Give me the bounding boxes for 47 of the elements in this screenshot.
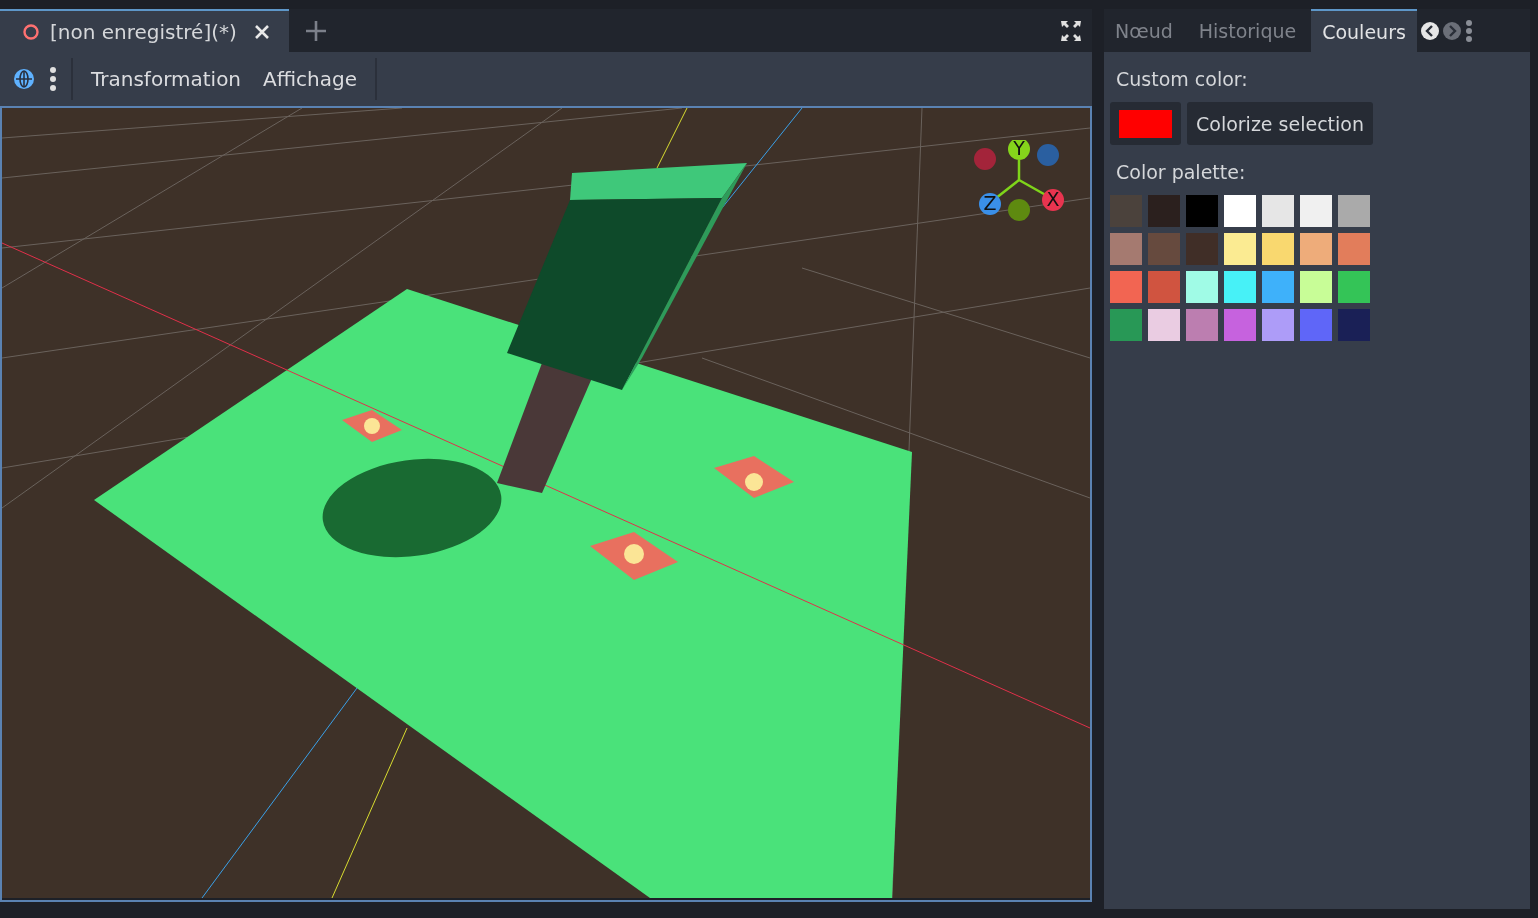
palette-swatch[interactable] [1262,309,1294,341]
dock-tab[interactable]: Couleurs [1311,9,1417,52]
color-picker-button[interactable] [1110,102,1181,145]
palette-swatch[interactable] [1300,271,1332,303]
scene-tab[interactable]: [non enregistré](*) [0,9,289,52]
palette-swatch[interactable] [1262,195,1294,227]
viewport-3d[interactable]: Y Z X [0,106,1092,902]
palette-swatch[interactable] [1262,233,1294,265]
dock-tab[interactable]: Historique [1187,9,1308,52]
fullscreen-icon[interactable] [1060,19,1082,42]
palette-swatch[interactable] [1338,309,1370,341]
menu-button[interactable]: Transformation [87,67,246,91]
unsaved-circle-icon [22,22,40,41]
palette-swatch[interactable] [1262,271,1294,303]
palette-swatch[interactable] [1224,309,1256,341]
palette-swatch[interactable] [1338,195,1370,227]
axis-gizmo[interactable]: Y Z X [971,140,1067,230]
palette-swatch[interactable] [1300,195,1332,227]
more-options-icon[interactable] [49,66,57,92]
palette-swatch[interactable] [1186,233,1218,265]
chevron-left-icon[interactable] [1420,21,1439,40]
palette-swatch[interactable] [1338,271,1370,303]
palette-swatch[interactable] [1300,309,1332,341]
close-icon[interactable] [252,22,271,41]
more-options-icon[interactable] [1464,18,1473,43]
palette-swatch[interactable] [1110,233,1142,265]
add-tab-icon[interactable] [304,19,327,42]
palette-swatch[interactable] [1148,233,1180,265]
palette-swatch[interactable] [1224,233,1256,265]
palette-swatch[interactable] [1148,309,1180,341]
palette-swatch[interactable] [1186,195,1218,227]
menu-button[interactable]: Affichage [259,67,361,91]
dock-tab[interactable]: Nœud [1104,9,1184,52]
palette-swatch[interactable] [1148,271,1180,303]
palette-swatch[interactable] [1338,233,1370,265]
palette-swatch[interactable] [1224,271,1256,303]
globe-icon[interactable] [13,68,35,90]
custom-color-label: Custom color: [1115,67,1249,92]
colorize-selection-button[interactable]: Colorize selection [1187,102,1373,145]
palette-swatch[interactable] [1300,233,1332,265]
palette-swatch[interactable] [1110,309,1142,341]
palette-swatch[interactable] [1110,271,1142,303]
palette-swatch[interactable] [1148,195,1180,227]
palette-swatch[interactable] [1186,309,1218,341]
palette-swatch[interactable] [1186,271,1218,303]
palette-swatch[interactable] [1224,195,1256,227]
color-palette-label: Color palette: [1115,160,1247,185]
